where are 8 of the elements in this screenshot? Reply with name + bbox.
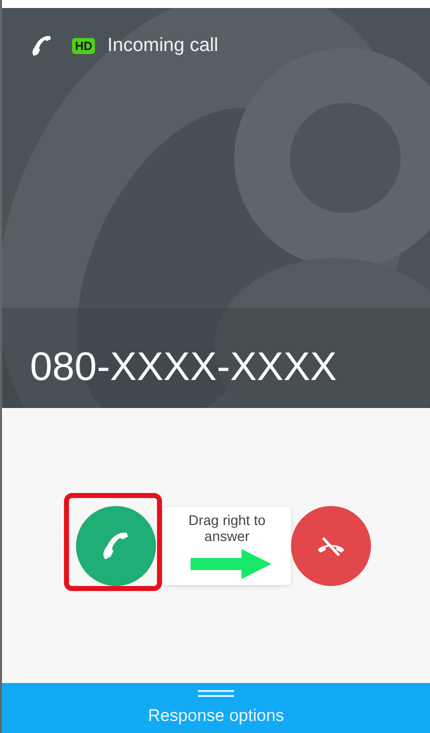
response-options[interactable]: Response options (148, 706, 284, 726)
caller-number: 080-XXXX-XXXX (30, 345, 338, 390)
bottom-bar[interactable]: Response options (2, 683, 430, 733)
handle-icon (198, 690, 234, 698)
slider-hint: Drag right to answer (187, 512, 267, 546)
hd-badge: HD (72, 38, 96, 54)
phone-icon (30, 34, 54, 58)
call-status: Incoming call (107, 35, 218, 57)
